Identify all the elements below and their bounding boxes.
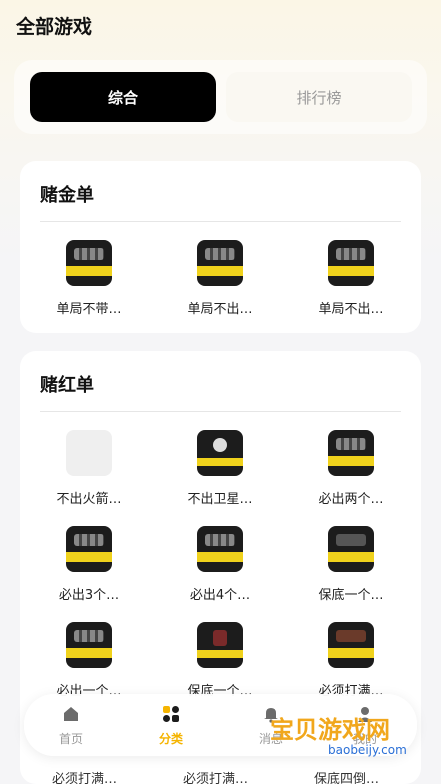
game-label: 必出4个…: [189, 588, 251, 603]
game-label: 不出火箭…: [56, 492, 122, 507]
home-icon: [64, 707, 78, 721]
game-label: 单局不带…: [56, 302, 122, 317]
game-label: 保底一个…: [318, 588, 384, 603]
game-label: 不出卫星…: [187, 492, 253, 507]
game-thumb-chips-icon: [197, 240, 243, 286]
peek-label: 必须打满…: [52, 772, 118, 784]
game-item[interactable]: 不出火箭…: [39, 430, 139, 522]
peek-label: 必须打满…: [183, 772, 249, 784]
game-label: 必出3个…: [58, 588, 120, 603]
tab-ranking[interactable]: 排行榜: [226, 72, 412, 122]
game-label: 单局不出…: [318, 302, 384, 317]
page-title: 全部游戏: [16, 16, 93, 38]
game-item[interactable]: 不出卫星…: [170, 430, 270, 522]
game-thumb-chips-icon: [66, 622, 112, 668]
watermark: 宝贝游戏网 baobeijy.com: [270, 710, 430, 766]
game-item[interactable]: 单局不出…: [301, 240, 401, 332]
game-thumb-chips-icon: [328, 430, 374, 476]
tab-category[interactable]: 分类: [136, 704, 206, 747]
game-thumb-chips-icon: [66, 240, 112, 286]
peek-label: 保底四倒…: [314, 772, 380, 784]
game-thumb-satellite-icon: [197, 430, 243, 476]
tab-label: 首页: [58, 732, 83, 746]
watermark-url: baobeijy.com: [328, 743, 407, 757]
game-thumb-chips-icon: [328, 526, 374, 572]
tab-home[interactable]: 首页: [36, 704, 106, 747]
divider: [40, 411, 401, 412]
game-thumb-chips-icon: [197, 526, 243, 572]
game-item[interactable]: 必出4个…: [170, 526, 270, 618]
tab-overall[interactable]: 综合: [30, 72, 216, 122]
game-label: 单局不出…: [187, 302, 253, 317]
game-label: 必出两个…: [318, 492, 384, 507]
section-dujindan: 赌金单 单局不带… 单局不出… 单局不出…: [20, 161, 421, 333]
game-item[interactable]: 单局不带…: [39, 240, 139, 332]
game-thumb-chips-icon: [328, 622, 374, 668]
divider: [40, 221, 401, 222]
game-thumb-chips-icon: [66, 526, 112, 572]
placeholder-icon: [66, 430, 112, 476]
section-title: 赌金单: [40, 185, 94, 206]
segmented-control: 综合 排行榜: [14, 60, 427, 134]
section-title: 赌红单: [40, 375, 94, 396]
game-thumb-chips-icon: [328, 240, 374, 286]
category-icon: [163, 706, 179, 722]
game-item[interactable]: 单局不出…: [170, 240, 270, 332]
game-item[interactable]: 保底一个…: [301, 526, 401, 618]
game-item[interactable]: 必出3个…: [39, 526, 139, 618]
tab-label: 分类: [158, 732, 183, 746]
header: 全部游戏: [0, 0, 441, 48]
game-thumb-question-icon: [197, 622, 243, 668]
game-item[interactable]: 必出两个…: [301, 430, 401, 522]
watermark-text: 宝贝游戏网: [270, 716, 390, 744]
